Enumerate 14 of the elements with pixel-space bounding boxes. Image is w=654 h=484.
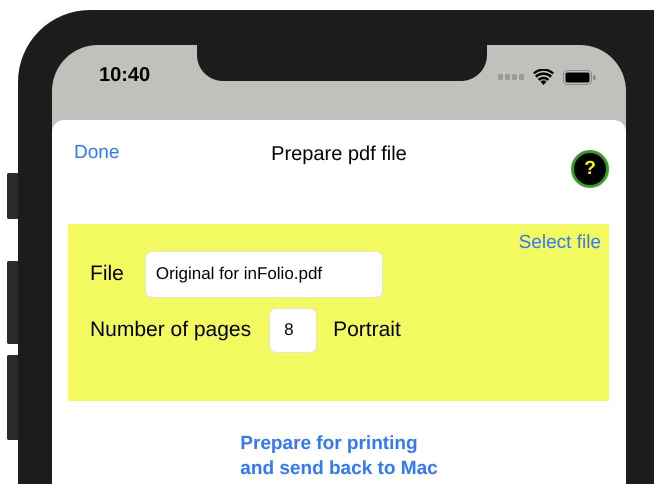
wifi-icon [533,69,554,85]
help-button[interactable]: ? [571,150,609,188]
file-name-field[interactable]: Original for inFolio.pdf [144,250,383,298]
select-file-button[interactable]: Select file [518,232,601,254]
sheet-title: Prepare pdf file [271,142,407,166]
pages-label: Number of pages [90,318,252,342]
orientation-label: Portrait [333,318,401,342]
page-count-field[interactable]: 8 [269,308,318,352]
done-button[interactable]: Done [74,142,120,164]
signal-icon [498,74,524,80]
status-time: 10:40 [99,64,150,87]
file-label: File [90,262,124,286]
battery-icon [563,70,596,84]
prepare-button[interactable]: Prepare for printing and send back to Mac [240,431,438,481]
